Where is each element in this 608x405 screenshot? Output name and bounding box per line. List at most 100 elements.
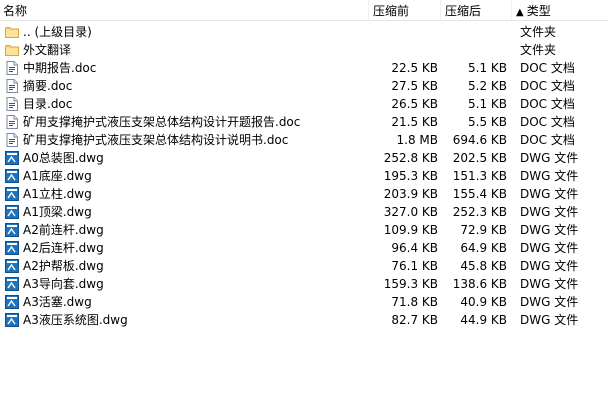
doc-file-icon <box>5 79 19 93</box>
dwg-file-icon <box>5 241 19 255</box>
file-type: DWG 文件 <box>520 187 579 201</box>
file-compressed-size: 195.3 KB <box>383 169 438 183</box>
file-original-size: 138.6 KB <box>452 277 507 291</box>
file-type: DOC 文档 <box>520 61 575 75</box>
file-type: DWG 文件 <box>520 241 579 255</box>
file-original-size: 72.9 KB <box>460 223 507 237</box>
file-row[interactable]: 矿用支撑掩护式液压支架总体结构设计开题报告.doc 21.5 KB 5.5 KB DO… <box>0 113 608 131</box>
file-compressed-size: 159.3 KB <box>383 277 438 291</box>
file-compressed-size: 27.5 KB <box>391 79 438 93</box>
file-type: DOC 文档 <box>520 133 575 147</box>
file-original-size: 44.9 KB <box>460 313 507 327</box>
file-name: A1顶梁.dwg <box>23 205 92 219</box>
file-compressed-size: 96.4 KB <box>391 241 438 255</box>
file-row[interactable]: A1立柱.dwg 203.9 KB 155.4 KB DWG 文件 <box>0 185 608 203</box>
file-name: A3导向套.dwg <box>23 277 104 291</box>
column-header-name[interactable]: 名称 <box>3 3 27 19</box>
dwg-file-icon <box>5 187 19 201</box>
file-name: A2护帮板.dwg <box>23 259 104 273</box>
file-compressed-size: 22.5 KB <box>391 61 438 75</box>
file-row[interactable]: A3导向套.dwg 159.3 KB 138.6 KB DWG 文件 <box>0 275 608 293</box>
file-name: A3液压系统图.dwg <box>23 313 128 327</box>
file-row[interactable]: .. (上级目录) 文件夹 <box>0 23 608 41</box>
column-divider[interactable] <box>440 0 441 20</box>
file-type: DOC 文档 <box>520 79 575 93</box>
column-divider[interactable] <box>511 0 512 20</box>
file-name: A0总装图.dwg <box>23 151 104 165</box>
file-type: DWG 文件 <box>520 295 579 309</box>
dwg-file-icon <box>5 223 19 237</box>
file-compressed-size: 252.8 KB <box>383 151 438 165</box>
file-compressed-size: 327.0 KB <box>383 205 438 219</box>
file-name: 矿用支撑掩护式液压支架总体结构设计说明书.doc <box>23 133 289 147</box>
file-row[interactable]: 矿用支撑掩护式液压支架总体结构设计说明书.doc 1.8 MB 694.6 KB DO… <box>0 131 608 149</box>
file-row[interactable]: A3活塞.dwg 71.8 KB 40.9 KB DWG 文件 <box>0 293 608 311</box>
file-row[interactable]: A2前连杆.dwg 109.9 KB 72.9 KB DWG 文件 <box>0 221 608 239</box>
file-compressed-size: 203.9 KB <box>383 187 438 201</box>
file-name: 摘要.doc <box>23 79 73 93</box>
file-name: A2后连杆.dwg <box>23 241 104 255</box>
file-name: 中期报告.doc <box>23 61 97 75</box>
file-compressed-size: 21.5 KB <box>391 115 438 129</box>
file-original-size: 5.1 KB <box>468 97 507 111</box>
file-compressed-size: 26.5 KB <box>391 97 438 111</box>
column-header-original[interactable]: 压缩后 <box>445 3 481 19</box>
column-header-compressed[interactable]: 压缩前 <box>373 3 409 19</box>
file-compressed-size: 71.8 KB <box>391 295 438 309</box>
dwg-file-icon <box>5 169 19 183</box>
file-name: A1底座.dwg <box>23 169 92 183</box>
file-type: DOC 文档 <box>520 115 575 129</box>
file-original-size: 40.9 KB <box>460 295 507 309</box>
folder-icon <box>5 25 19 39</box>
file-compressed-size: 109.9 KB <box>383 223 438 237</box>
file-row[interactable]: A2护帮板.dwg 76.1 KB 45.8 KB DWG 文件 <box>0 257 608 275</box>
file-name: A1立柱.dwg <box>23 187 92 201</box>
file-name: 外文翻译 <box>23 43 72 57</box>
file-type: DWG 文件 <box>520 277 579 291</box>
file-original-size: 252.3 KB <box>452 205 507 219</box>
file-original-size: 202.5 KB <box>452 151 507 165</box>
file-row[interactable]: 目录.doc 26.5 KB 5.1 KB DOC 文档 <box>0 95 608 113</box>
column-header-bar: 名称 压缩前 压缩后 ▲ 类型 <box>0 0 608 21</box>
file-type: 文件夹 <box>520 43 557 57</box>
column-header-type-label: 类型 <box>526 4 551 18</box>
doc-file-icon <box>5 133 19 147</box>
column-divider[interactable] <box>368 0 369 20</box>
file-type: DWG 文件 <box>520 151 579 165</box>
file-name: 目录.doc <box>23 97 73 111</box>
file-original-size: 5.5 KB <box>468 115 507 129</box>
file-original-size: 64.9 KB <box>460 241 507 255</box>
doc-file-icon <box>5 115 19 129</box>
file-original-size: 5.1 KB <box>468 61 507 75</box>
file-original-size: 5.2 KB <box>468 79 507 93</box>
file-row[interactable]: A2后连杆.dwg 96.4 KB 64.9 KB DWG 文件 <box>0 239 608 257</box>
file-compressed-size: 82.7 KB <box>391 313 438 327</box>
file-type: DWG 文件 <box>520 259 579 273</box>
file-name: A2前连杆.dwg <box>23 223 104 237</box>
sort-ascending-icon: ▲ <box>516 7 524 18</box>
file-type: 文件夹 <box>520 25 557 39</box>
file-original-size: 694.6 KB <box>452 133 507 147</box>
file-list: .. (上级目录) 文件夹 外文翻译 文件夹 中期报告.doc 22.5 KB 5.1 KB… <box>0 23 608 329</box>
file-name: .. (上级目录) <box>23 25 92 39</box>
file-original-size: 155.4 KB <box>452 187 507 201</box>
file-row[interactable]: A0总装图.dwg 252.8 KB 202.5 KB DWG 文件 <box>0 149 608 167</box>
file-type: DWG 文件 <box>520 223 579 237</box>
dwg-file-icon <box>5 295 19 309</box>
file-type: DWG 文件 <box>520 313 579 327</box>
file-row[interactable]: A3液压系统图.dwg 82.7 KB 44.9 KB DWG 文件 <box>0 311 608 329</box>
file-type: DOC 文档 <box>520 97 575 111</box>
file-type: DWG 文件 <box>520 169 579 183</box>
file-row[interactable]: 摘要.doc 27.5 KB 5.2 KB DOC 文档 <box>0 77 608 95</box>
column-header-type[interactable]: ▲ 类型 <box>516 3 551 19</box>
dwg-file-icon <box>5 313 19 327</box>
file-original-size: 151.3 KB <box>452 169 507 183</box>
file-row[interactable]: A1顶梁.dwg 327.0 KB 252.3 KB DWG 文件 <box>0 203 608 221</box>
file-row[interactable]: A1底座.dwg 195.3 KB 151.3 KB DWG 文件 <box>0 167 608 185</box>
dwg-file-icon <box>5 205 19 219</box>
file-row[interactable]: 外文翻译 文件夹 <box>0 41 608 59</box>
dwg-file-icon <box>5 151 19 165</box>
file-name: 矿用支撑掩护式液压支架总体结构设计开题报告.doc <box>23 115 301 129</box>
file-type: DWG 文件 <box>520 205 579 219</box>
file-row[interactable]: 中期报告.doc 22.5 KB 5.1 KB DOC 文档 <box>0 59 608 77</box>
